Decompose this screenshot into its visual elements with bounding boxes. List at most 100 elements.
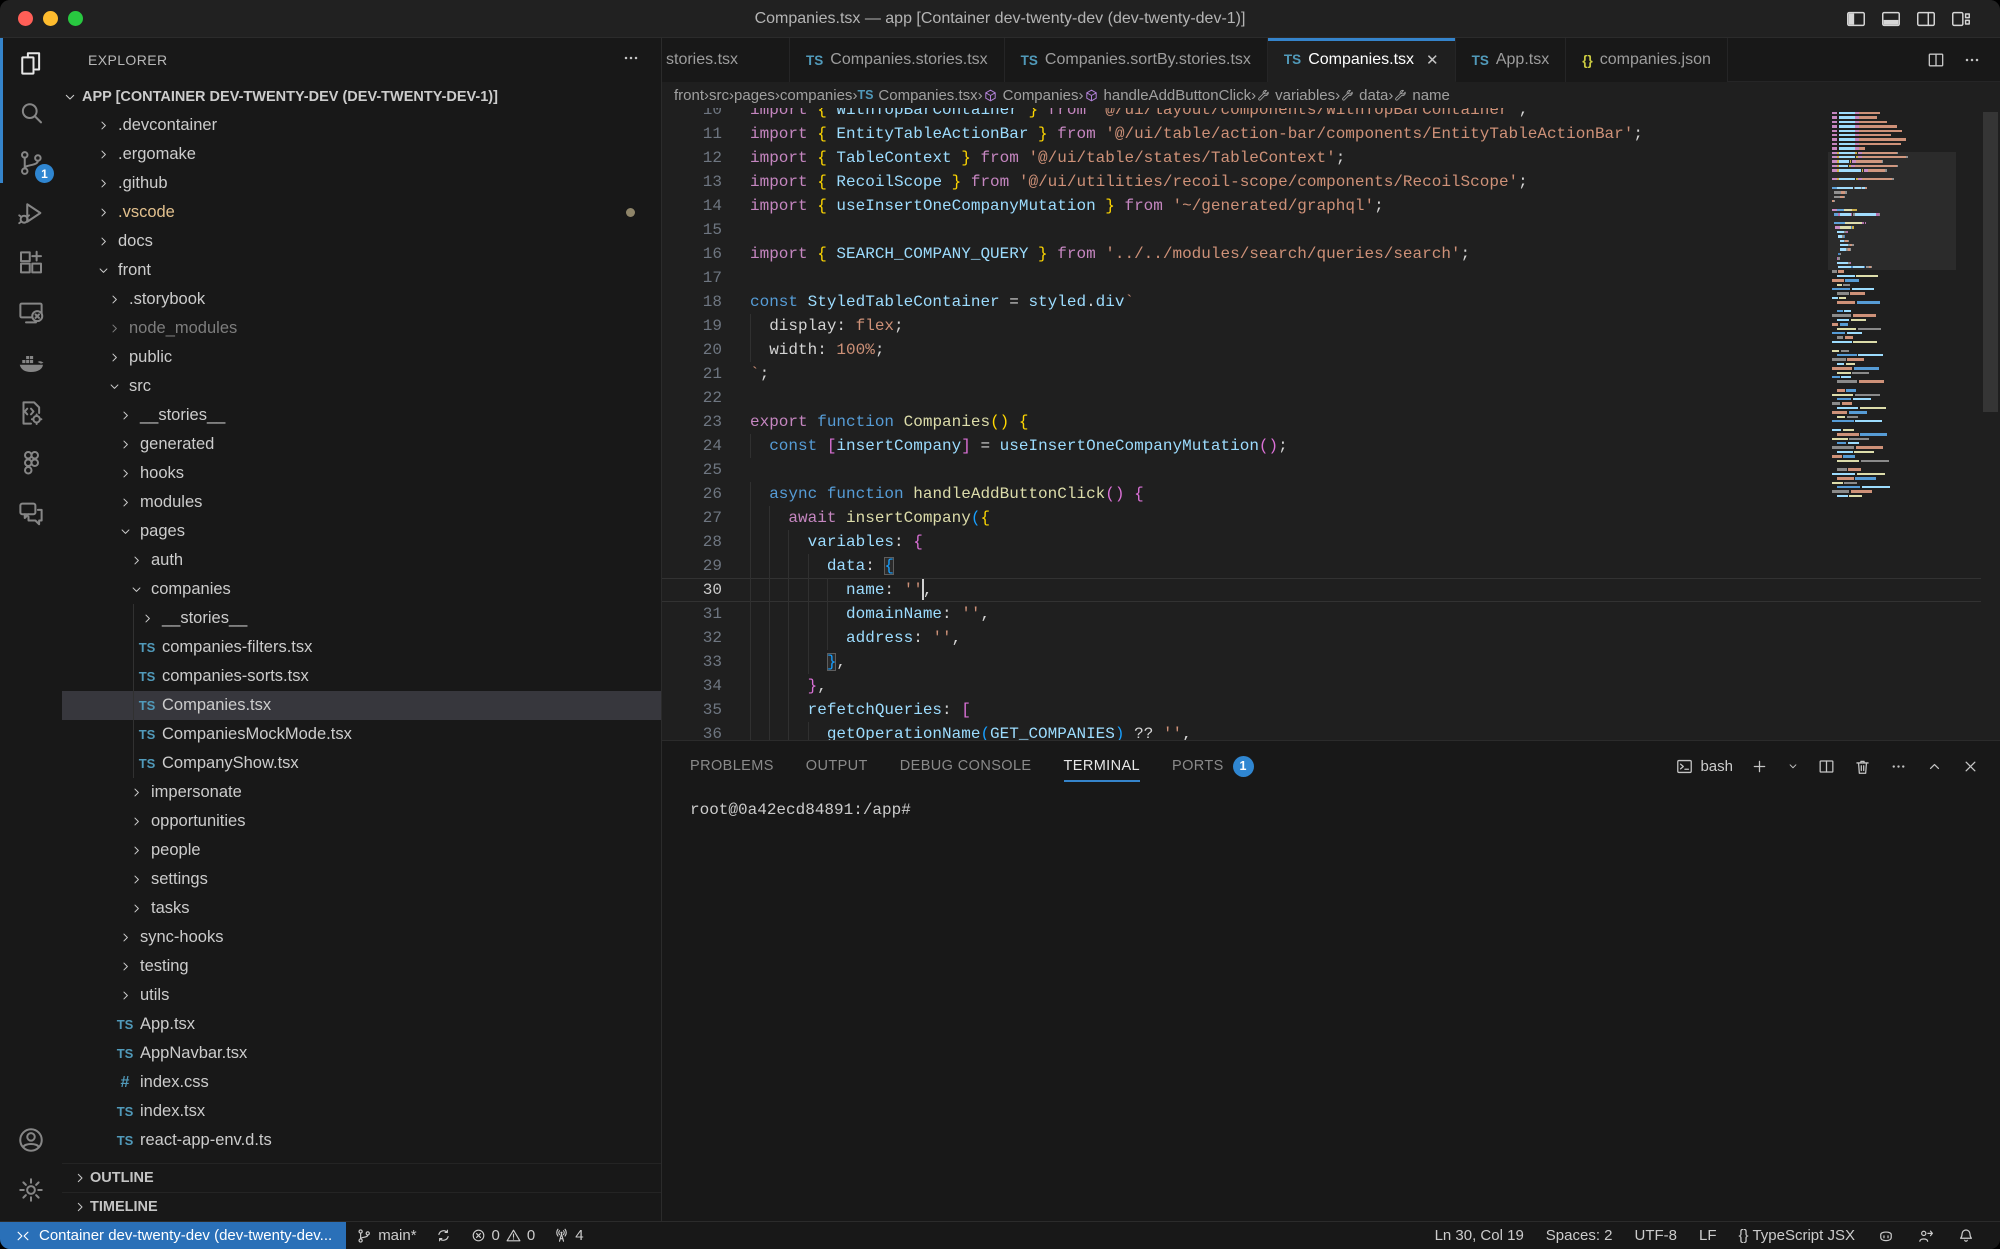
explorer-more-actions-icon[interactable] bbox=[621, 48, 641, 73]
panel-tab-terminal[interactable]: TERMINAL bbox=[1064, 741, 1141, 791]
editor-tab-stories.tsx[interactable]: stories.tsx bbox=[662, 38, 790, 82]
tree-file-index.css[interactable]: #index.css bbox=[62, 1068, 661, 1097]
close-panel-icon[interactable] bbox=[1961, 757, 1980, 776]
breadcrumb-item-pages[interactable]: pages bbox=[734, 87, 775, 104]
toggle-secondary-sidebar-button-icon[interactable] bbox=[1915, 8, 1937, 30]
outline-section[interactable]: OUTLINE bbox=[62, 1163, 661, 1192]
tree-folder-utils[interactable]: utils bbox=[62, 981, 661, 1010]
tree-file-companies-filters.tsx[interactable]: TScompanies-filters.tsx bbox=[62, 633, 661, 662]
tree-folder-pages[interactable]: pages bbox=[62, 517, 661, 546]
breadcrumb-item-companies[interactable]: companies bbox=[780, 87, 853, 104]
tree-folder-src[interactable]: src bbox=[62, 372, 661, 401]
tree-folder-people[interactable]: people bbox=[62, 836, 661, 865]
scrollbar-slider[interactable] bbox=[1983, 112, 1998, 412]
terminal-prompt[interactable]: root@0a42ecd84891:/app# bbox=[690, 801, 911, 819]
tree-folder-.ergomake[interactable]: .ergomake bbox=[62, 140, 661, 169]
tree-folder-auth[interactable]: auth bbox=[62, 546, 661, 575]
editor-tab-Companies.sortBy.stories.tsx[interactable]: TSCompanies.sortBy.stories.tsx bbox=[1005, 38, 1268, 82]
tree-folder-.vscode[interactable]: .vscode bbox=[62, 198, 661, 227]
breadcrumb-item-variables[interactable]: variables bbox=[1256, 87, 1335, 104]
breadcrumb-item-handleAddButtonClick[interactable]: handleAddButtonClick bbox=[1084, 87, 1252, 104]
cursor-position-status[interactable]: Ln 30, Col 19 bbox=[1424, 1227, 1535, 1244]
tree-folder-front[interactable]: front bbox=[62, 256, 661, 285]
activity-bar-item-extensions[interactable] bbox=[0, 238, 62, 288]
activity-bar-item-source-control[interactable]: 1 bbox=[0, 138, 62, 188]
editor-tab-Companies.stories.tsx[interactable]: TSCompanies.stories.tsx bbox=[790, 38, 1005, 82]
breadcrumb-item-data[interactable]: data bbox=[1340, 87, 1388, 104]
timeline-section[interactable]: TIMELINE bbox=[62, 1192, 661, 1221]
tree-file-index.tsx[interactable]: TSindex.tsx bbox=[62, 1097, 661, 1126]
tree-file-companies-sorts.tsx[interactable]: TScompanies-sorts.tsx bbox=[62, 662, 661, 691]
activity-bar-item-run-debug[interactable] bbox=[0, 188, 62, 238]
minimap-viewport[interactable] bbox=[1828, 152, 1956, 271]
indentation-status[interactable]: Spaces: 2 bbox=[1535, 1227, 1624, 1244]
maximize-panel-icon[interactable] bbox=[1925, 757, 1944, 776]
tree-folder-opportunities[interactable]: opportunities bbox=[62, 807, 661, 836]
tree-folder-tasks[interactable]: tasks bbox=[62, 894, 661, 923]
tree-folder-impersonate[interactable]: impersonate bbox=[62, 778, 661, 807]
activity-bar-item-explorer[interactable] bbox=[0, 38, 62, 88]
customize-layout-button-icon[interactable] bbox=[1950, 8, 1972, 30]
tree-root-app[interactable]: APP [CONTAINER DEV-TWENTY-DEV (DEV-TWENT… bbox=[62, 82, 661, 111]
tree-folder-__stories__[interactable]: __stories__ bbox=[62, 604, 661, 633]
tree-folder-sync-hooks[interactable]: sync-hooks bbox=[62, 923, 661, 952]
activity-bar-item-settings-gear[interactable] bbox=[0, 1165, 62, 1215]
tree-file-CompanyShow.tsx[interactable]: TSCompanyShow.tsx bbox=[62, 749, 661, 778]
copilot-status[interactable] bbox=[1866, 1227, 1906, 1245]
more-actions-icon[interactable] bbox=[1889, 757, 1908, 776]
close-icon[interactable]: ✕ bbox=[1426, 51, 1439, 69]
more-actions-icon[interactable] bbox=[1962, 50, 1982, 70]
bell-status[interactable] bbox=[1946, 1227, 1986, 1245]
split-editor-icon[interactable] bbox=[1926, 50, 1946, 70]
editor-scrollbar[interactable] bbox=[1981, 108, 2000, 740]
breadcrumb-item-src[interactable]: src bbox=[709, 87, 729, 104]
eol-status[interactable]: LF bbox=[1688, 1227, 1728, 1244]
tree-folder-modules[interactable]: modules bbox=[62, 488, 661, 517]
tree-file-CompaniesMockMode.tsx[interactable]: TSCompaniesMockMode.tsx bbox=[62, 720, 661, 749]
git-branch-status[interactable]: main* bbox=[346, 1227, 425, 1245]
remote-indicator[interactable]: Container dev-twenty-dev (dev-twenty-dev… bbox=[0, 1222, 346, 1249]
tree-folder-docs[interactable]: docs bbox=[62, 227, 661, 256]
tree-folder-testing[interactable]: testing bbox=[62, 952, 661, 981]
activity-bar-item-account[interactable] bbox=[0, 1115, 62, 1165]
editor-tab-App.tsx[interactable]: TSApp.tsx bbox=[1456, 38, 1567, 82]
encoding-status[interactable]: UTF-8 bbox=[1624, 1227, 1689, 1244]
git-sync-status[interactable] bbox=[426, 1227, 461, 1244]
breadcrumb-item-Companies[interactable]: Companies bbox=[983, 87, 1079, 104]
feedback-status[interactable] bbox=[1906, 1227, 1946, 1245]
activity-bar-item-figma[interactable] bbox=[0, 438, 62, 488]
editor-tab-companies.json[interactable]: {}companies.json bbox=[1566, 38, 1728, 82]
tree-file-Companies.tsx[interactable]: TSCompanies.tsx bbox=[62, 691, 661, 720]
tree-file-AppNavbar.tsx[interactable]: TSAppNavbar.tsx bbox=[62, 1039, 661, 1068]
tree-folder-.github[interactable]: .github bbox=[62, 169, 661, 198]
new-terminal-icon[interactable] bbox=[1750, 757, 1769, 776]
breadcrumb-item-front[interactable]: front bbox=[674, 87, 704, 104]
breadcrumb-item-Companies.tsx[interactable]: TSCompanies.tsx bbox=[857, 87, 977, 104]
tree-folder-public[interactable]: public bbox=[62, 343, 661, 372]
language-mode-status[interactable]: {} TypeScript JSX bbox=[1728, 1227, 1866, 1244]
tree-folder-.storybook[interactable]: .storybook bbox=[62, 285, 661, 314]
tree-folder-hooks[interactable]: hooks bbox=[62, 459, 661, 488]
toggle-panel-button-icon[interactable] bbox=[1880, 8, 1902, 30]
tree-folder-__stories__[interactable]: __stories__ bbox=[62, 401, 661, 430]
panel-tab-ports[interactable]: PORTS1 bbox=[1172, 741, 1254, 791]
activity-bar-item-docker[interactable] bbox=[0, 338, 62, 388]
activity-bar-item-search[interactable] bbox=[0, 88, 62, 138]
panel-tab-problems[interactable]: PROBLEMS bbox=[690, 741, 774, 791]
tree-folder-node_modules[interactable]: node_modules bbox=[62, 314, 661, 343]
editor-tab-Companies.tsx[interactable]: TSCompanies.tsx✕ bbox=[1268, 38, 1456, 82]
panel-tab-debug-console[interactable]: DEBUG CONSOLE bbox=[900, 741, 1032, 791]
activity-bar-item-code-config[interactable] bbox=[0, 388, 62, 438]
terminal-shell-selector[interactable]: bash bbox=[1675, 757, 1733, 776]
tree-folder-settings[interactable]: settings bbox=[62, 865, 661, 894]
tree-file-App.tsx[interactable]: TSApp.tsx bbox=[62, 1010, 661, 1039]
tree-folder-companies[interactable]: companies bbox=[62, 575, 661, 604]
tree-file-react-app-env.d.ts[interactable]: TSreact-app-env.d.ts bbox=[62, 1126, 661, 1155]
forwarded-ports-status[interactable]: 4 bbox=[544, 1227, 592, 1244]
kill-terminal-icon[interactable] bbox=[1853, 757, 1872, 776]
minimap[interactable] bbox=[1832, 108, 1952, 740]
activity-bar-item-remote-explorer[interactable] bbox=[0, 288, 62, 338]
activity-bar-item-chat[interactable] bbox=[0, 488, 62, 538]
panel-tab-output[interactable]: OUTPUT bbox=[806, 741, 868, 791]
terminal-dropdown-icon[interactable] bbox=[1786, 759, 1800, 773]
